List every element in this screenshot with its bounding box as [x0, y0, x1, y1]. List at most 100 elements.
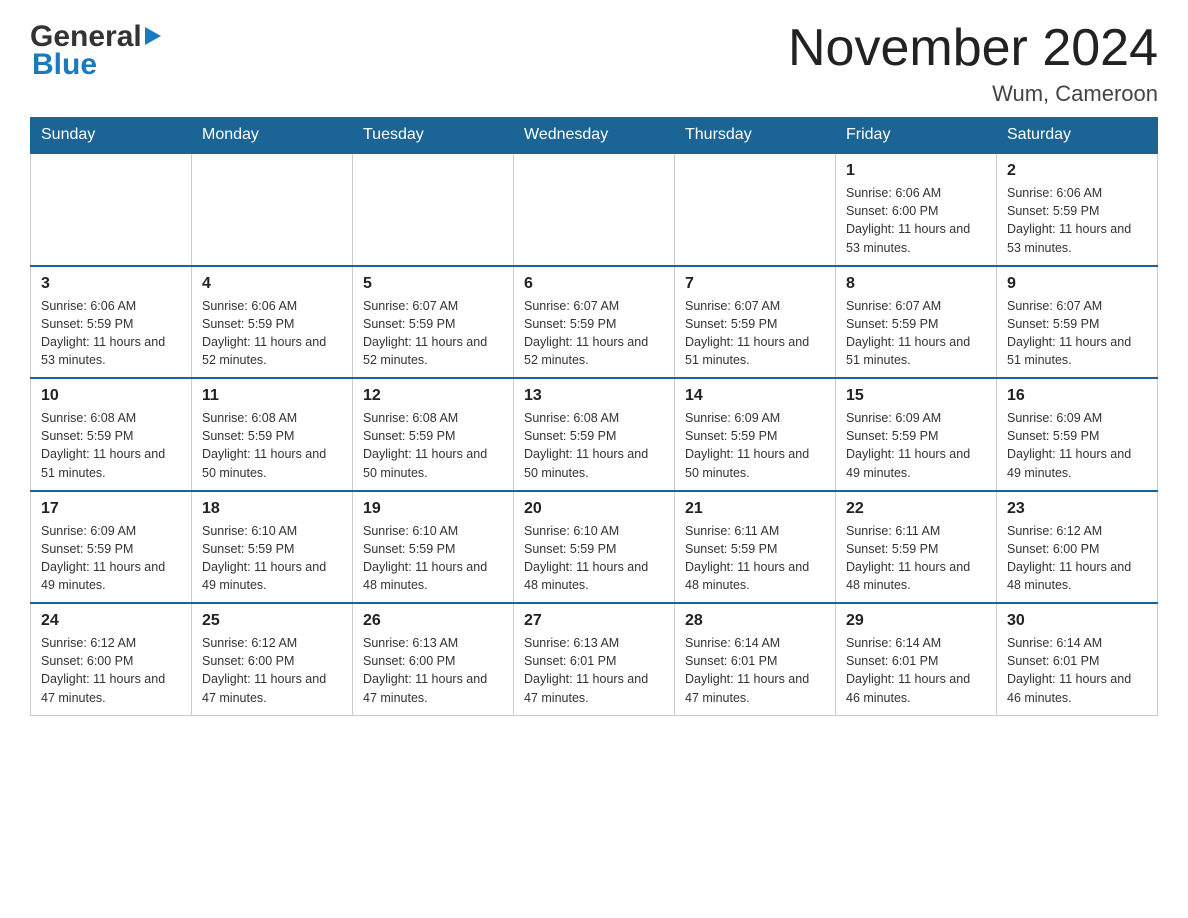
column-header-friday: Friday: [836, 118, 997, 154]
day-number: 13: [524, 387, 664, 405]
day-number: 16: [1007, 387, 1147, 405]
page-header: General Blue November 2024 Wum, Cameroon: [30, 20, 1158, 107]
day-cell: [675, 153, 836, 266]
day-cell: [353, 153, 514, 266]
logo: General Blue: [30, 20, 161, 82]
day-info: Sunrise: 6:14 AM Sunset: 6:01 PM Dayligh…: [1007, 634, 1147, 707]
day-cell: [31, 153, 192, 266]
day-info: Sunrise: 6:07 AM Sunset: 5:59 PM Dayligh…: [524, 297, 664, 370]
day-cell: 8Sunrise: 6:07 AM Sunset: 5:59 PM Daylig…: [836, 266, 997, 379]
week-row-2: 3 Sunrise: 6:06 AM Sunset: 5:59 PM Daylig…: [31, 266, 1158, 379]
day-cell: 3 Sunrise: 6:06 AM Sunset: 5:59 PM Daylig…: [31, 266, 192, 379]
day-info: Sunrise: 6:06 AM Sunset: 5:59 PM Dayligh…: [1007, 184, 1147, 257]
day-number: 9: [1007, 275, 1147, 293]
day-cell: 30Sunrise: 6:14 AM Sunset: 6:01 PM Dayli…: [997, 603, 1158, 715]
day-cell: 5 Sunrise: 6:07 AM Sunset: 5:59 PM Daylig…: [353, 266, 514, 379]
day-number: 17: [41, 500, 181, 518]
day-info: Sunrise: 6:07 AM Sunset: 5:59 PM Dayligh…: [1007, 297, 1147, 370]
week-row-4: 17 Sunrise: 6:09 AM Sunset: 5:59 PM Dayli…: [31, 491, 1158, 604]
day-info: Sunrise: 6:14 AM Sunset: 6:01 PM Dayligh…: [685, 634, 825, 707]
day-cell: 20 Sunrise: 6:10 AM Sunset: 5:59 PM Dayli…: [514, 491, 675, 604]
column-header-monday: Monday: [192, 118, 353, 154]
day-info: Sunrise: 6:10 AM Sunset: 5:59 PM Dayligh…: [202, 522, 342, 595]
day-number: 15: [846, 387, 986, 405]
day-cell: 10 Sunrise: 6:08 AM Sunset: 5:59 PM Dayli…: [31, 378, 192, 491]
day-cell: 14Sunrise: 6:09 AM Sunset: 5:59 PM Dayli…: [675, 378, 836, 491]
day-info: Sunrise: 6:09 AM Sunset: 5:59 PM Dayligh…: [685, 409, 825, 482]
day-cell: 13 Sunrise: 6:08 AM Sunset: 5:59 PM Dayli…: [514, 378, 675, 491]
day-info: Sunrise: 6:11 AM Sunset: 5:59 PM Dayligh…: [846, 522, 986, 595]
day-cell: 16Sunrise: 6:09 AM Sunset: 5:59 PM Dayli…: [997, 378, 1158, 491]
day-info: Sunrise: 6:08 AM Sunset: 5:59 PM Dayligh…: [202, 409, 342, 482]
day-cell: 4Sunrise: 6:06 AM Sunset: 5:59 PM Daylig…: [192, 266, 353, 379]
day-number: 11: [202, 387, 342, 405]
column-header-saturday: Saturday: [997, 118, 1158, 154]
day-cell: 12Sunrise: 6:08 AM Sunset: 5:59 PM Dayli…: [353, 378, 514, 491]
column-header-tuesday: Tuesday: [353, 118, 514, 154]
day-number: 12: [363, 387, 503, 405]
week-row-3: 10 Sunrise: 6:08 AM Sunset: 5:59 PM Dayli…: [31, 378, 1158, 491]
day-cell: 18 Sunrise: 6:10 AM Sunset: 5:59 PM Dayli…: [192, 491, 353, 604]
day-number: 27: [524, 612, 664, 630]
day-cell: 24 Sunrise: 6:12 AM Sunset: 6:00 PM Dayli…: [31, 603, 192, 715]
day-number: 22: [846, 500, 986, 518]
day-number: 24: [41, 612, 181, 630]
column-header-sunday: Sunday: [31, 118, 192, 154]
title-block: November 2024 Wum, Cameroon: [788, 20, 1158, 107]
day-cell: 17 Sunrise: 6:09 AM Sunset: 5:59 PM Dayli…: [31, 491, 192, 604]
day-number: 19: [363, 500, 503, 518]
day-number: 1: [846, 162, 986, 180]
day-info: Sunrise: 6:10 AM Sunset: 5:59 PM Dayligh…: [524, 522, 664, 595]
logo-blue-text: Blue: [32, 48, 97, 82]
day-cell: 22 Sunrise: 6:11 AM Sunset: 5:59 PM Dayli…: [836, 491, 997, 604]
day-info: Sunrise: 6:13 AM Sunset: 6:01 PM Dayligh…: [524, 634, 664, 707]
day-cell: 1Sunrise: 6:06 AM Sunset: 6:00 PM Daylig…: [836, 153, 997, 266]
day-number: 23: [1007, 500, 1147, 518]
day-number: 10: [41, 387, 181, 405]
day-info: Sunrise: 6:12 AM Sunset: 6:00 PM Dayligh…: [202, 634, 342, 707]
day-cell: 21Sunrise: 6:11 AM Sunset: 5:59 PM Dayli…: [675, 491, 836, 604]
day-number: 18: [202, 500, 342, 518]
day-number: 3: [41, 275, 181, 293]
day-cell: 27 Sunrise: 6:13 AM Sunset: 6:01 PM Dayli…: [514, 603, 675, 715]
day-info: Sunrise: 6:10 AM Sunset: 5:59 PM Dayligh…: [363, 522, 503, 595]
days-header-row: SundayMondayTuesdayWednesdayThursdayFrid…: [31, 118, 1158, 154]
day-number: 29: [846, 612, 986, 630]
day-cell: 23 Sunrise: 6:12 AM Sunset: 6:00 PM Dayli…: [997, 491, 1158, 604]
day-info: Sunrise: 6:07 AM Sunset: 5:59 PM Dayligh…: [363, 297, 503, 370]
week-row-5: 24 Sunrise: 6:12 AM Sunset: 6:00 PM Dayli…: [31, 603, 1158, 715]
day-info: Sunrise: 6:08 AM Sunset: 5:59 PM Dayligh…: [524, 409, 664, 482]
day-cell: 26 Sunrise: 6:13 AM Sunset: 6:00 PM Dayli…: [353, 603, 514, 715]
day-number: 21: [685, 500, 825, 518]
logo-arrow-icon: [145, 27, 161, 45]
day-info: Sunrise: 6:07 AM Sunset: 5:59 PM Dayligh…: [685, 297, 825, 370]
column-header-thursday: Thursday: [675, 118, 836, 154]
day-info: Sunrise: 6:09 AM Sunset: 5:59 PM Dayligh…: [846, 409, 986, 482]
day-info: Sunrise: 6:12 AM Sunset: 6:00 PM Dayligh…: [41, 634, 181, 707]
day-number: 4: [202, 275, 342, 293]
day-number: 2: [1007, 162, 1147, 180]
day-info: Sunrise: 6:12 AM Sunset: 6:00 PM Dayligh…: [1007, 522, 1147, 595]
day-cell: 15 Sunrise: 6:09 AM Sunset: 5:59 PM Dayli…: [836, 378, 997, 491]
calendar-table: SundayMondayTuesdayWednesdayThursdayFrid…: [30, 117, 1158, 716]
day-number: 25: [202, 612, 342, 630]
day-cell: 19 Sunrise: 6:10 AM Sunset: 5:59 PM Dayli…: [353, 491, 514, 604]
column-header-wednesday: Wednesday: [514, 118, 675, 154]
day-number: 6: [524, 275, 664, 293]
day-cell: 25 Sunrise: 6:12 AM Sunset: 6:00 PM Dayli…: [192, 603, 353, 715]
day-number: 26: [363, 612, 503, 630]
day-number: 5: [363, 275, 503, 293]
day-info: Sunrise: 6:09 AM Sunset: 5:59 PM Dayligh…: [41, 522, 181, 595]
day-cell: 9 Sunrise: 6:07 AM Sunset: 5:59 PM Daylig…: [997, 266, 1158, 379]
day-cell: 28Sunrise: 6:14 AM Sunset: 6:01 PM Dayli…: [675, 603, 836, 715]
location-subtitle: Wum, Cameroon: [788, 81, 1158, 107]
day-number: 7: [685, 275, 825, 293]
day-info: Sunrise: 6:06 AM Sunset: 5:59 PM Dayligh…: [41, 297, 181, 370]
day-number: 20: [524, 500, 664, 518]
month-year-title: November 2024: [788, 20, 1158, 77]
day-info: Sunrise: 6:08 AM Sunset: 5:59 PM Dayligh…: [41, 409, 181, 482]
day-cell: 6 Sunrise: 6:07 AM Sunset: 5:59 PM Daylig…: [514, 266, 675, 379]
day-cell: 29Sunrise: 6:14 AM Sunset: 6:01 PM Dayli…: [836, 603, 997, 715]
day-info: Sunrise: 6:13 AM Sunset: 6:00 PM Dayligh…: [363, 634, 503, 707]
day-info: Sunrise: 6:07 AM Sunset: 5:59 PM Dayligh…: [846, 297, 986, 370]
